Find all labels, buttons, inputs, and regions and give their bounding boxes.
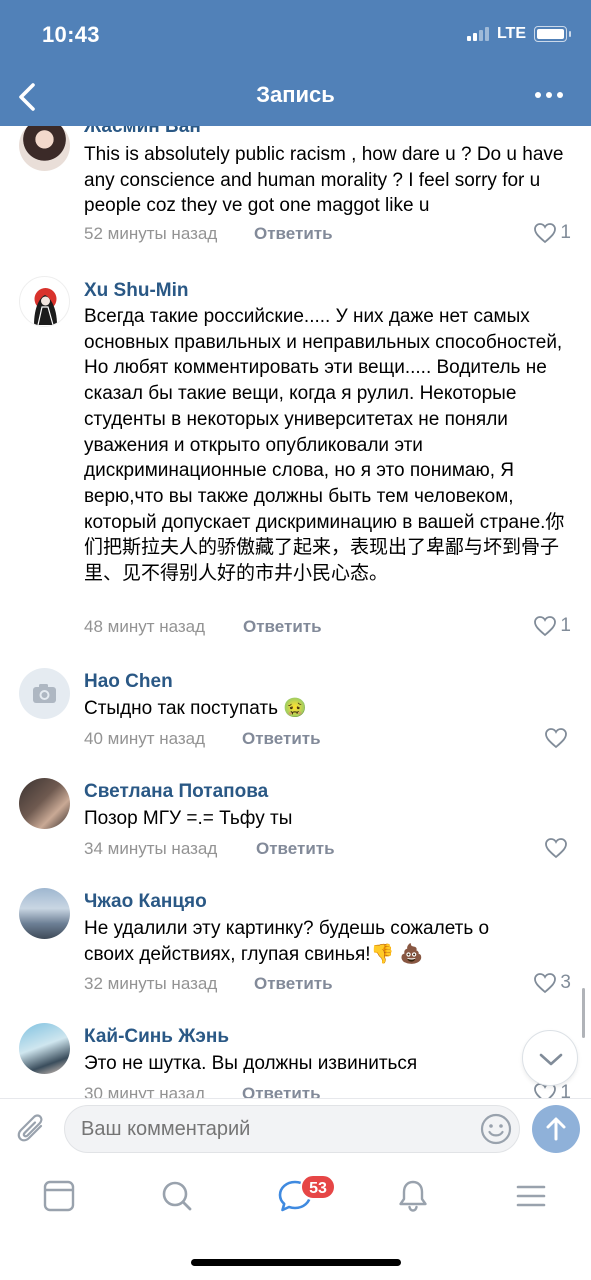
comment-author[interactable]: Xu Shu-Min	[84, 280, 188, 302]
more-dot-icon	[546, 92, 552, 98]
comment-text: This is absolutely public racism , how d…	[84, 144, 564, 217]
comment-time: 30 минут назад	[84, 1084, 206, 1098]
comment-time: 32 минуты назад	[84, 974, 218, 993]
avatar-illustration	[34, 288, 57, 326]
more-dot-icon	[535, 92, 541, 98]
page-title: Запись	[256, 82, 335, 107]
signal-icon	[466, 27, 489, 41]
heart-icon	[545, 728, 567, 749]
like-button[interactable]: 3	[533, 972, 571, 994]
status-time: 10:43	[42, 22, 100, 47]
attach-button[interactable]	[14, 1109, 50, 1149]
comment-time: 48 минут назад	[84, 617, 206, 636]
comment-text: Это не шутка. Вы должны извиниться	[84, 1053, 418, 1074]
tab-menu[interactable]	[511, 1176, 551, 1216]
menu-icon	[516, 1185, 546, 1207]
like-button[interactable]: 1	[533, 222, 571, 244]
scrollbar[interactable]	[582, 988, 585, 1038]
more-button[interactable]	[535, 92, 563, 98]
comment-time: 40 минут назад	[84, 729, 206, 748]
comment-text: Не удалили эту картинку? будешь сожалеть…	[84, 918, 490, 965]
like-button[interactable]	[544, 837, 571, 859]
avatar[interactable]	[19, 888, 70, 939]
comment-time: 34 минуты назад	[84, 839, 218, 858]
search-icon	[162, 1181, 192, 1211]
comment-author[interactable]: Жасмин Ван	[84, 126, 201, 138]
nav-bar: Запись	[0, 68, 591, 126]
avatar[interactable]	[19, 1023, 70, 1074]
comment-text: Всегда такие российские..... У них даже …	[84, 306, 565, 585]
camera-icon	[33, 684, 56, 703]
status-indicators: LTE	[466, 25, 571, 43]
chevron-down-icon	[539, 1053, 563, 1066]
comment-author[interactable]: Чжао Канцяо	[84, 891, 207, 913]
heart-icon	[534, 223, 557, 244]
more-dot-icon	[557, 92, 563, 98]
like-count: 1	[560, 222, 571, 243]
reply-button[interactable]: Ответить	[243, 617, 322, 637]
heart-icon	[534, 973, 557, 994]
messages-badge: 53	[300, 1174, 336, 1200]
compose-bar	[0, 1098, 591, 1160]
like-button[interactable]	[544, 727, 571, 749]
heart-icon	[545, 838, 567, 859]
comment-time: 52 минуты назад	[84, 224, 218, 243]
comment-input[interactable]	[64, 1105, 520, 1153]
news-feed-icon	[43, 1180, 75, 1212]
home-indicator[interactable]	[191, 1259, 401, 1266]
reply-button[interactable]: Ответить	[242, 729, 321, 749]
comment-author[interactable]: Кай-Синь Жэнь	[84, 1026, 229, 1048]
reply-button[interactable]: Ответить	[254, 974, 333, 994]
status-bar: 10:43 LTE	[0, 0, 591, 68]
reply-button[interactable]: Ответить	[254, 224, 333, 244]
smiley-icon	[480, 1113, 512, 1145]
like-count: 1	[560, 615, 571, 636]
battery-icon	[534, 26, 571, 42]
avatar[interactable]	[19, 126, 70, 171]
tab-news[interactable]	[39, 1176, 79, 1216]
arrow-up-icon	[546, 1117, 566, 1141]
send-button[interactable]	[532, 1105, 580, 1153]
paperclip-icon	[17, 1114, 43, 1142]
avatar[interactable]	[19, 276, 70, 327]
network-label: LTE	[496, 25, 526, 42]
comment-author[interactable]: Hao Chen	[84, 671, 173, 693]
tab-notifications[interactable]	[393, 1176, 433, 1216]
like-count: 3	[560, 972, 571, 993]
reply-button[interactable]: Ответить	[256, 839, 335, 859]
heart-icon	[534, 616, 557, 637]
comment-text: Позор МГУ =.= Тьфу ты	[84, 808, 293, 829]
reply-button[interactable]: Ответить	[242, 1084, 321, 1098]
emoji-button[interactable]	[478, 1111, 514, 1147]
comment-text: Стыдно так поступать 🤢	[84, 698, 307, 719]
like-button[interactable]: 1	[533, 615, 571, 637]
avatar[interactable]	[19, 668, 70, 719]
bell-icon	[399, 1180, 427, 1212]
tab-search[interactable]	[157, 1176, 197, 1216]
avatar[interactable]	[19, 778, 70, 829]
scroll-down-button[interactable]	[522, 1030, 578, 1086]
comments-list[interactable]: Жасмин Ван This is absolutely public rac…	[0, 126, 591, 1098]
comment-author[interactable]: Светлана Потапова	[84, 781, 268, 803]
